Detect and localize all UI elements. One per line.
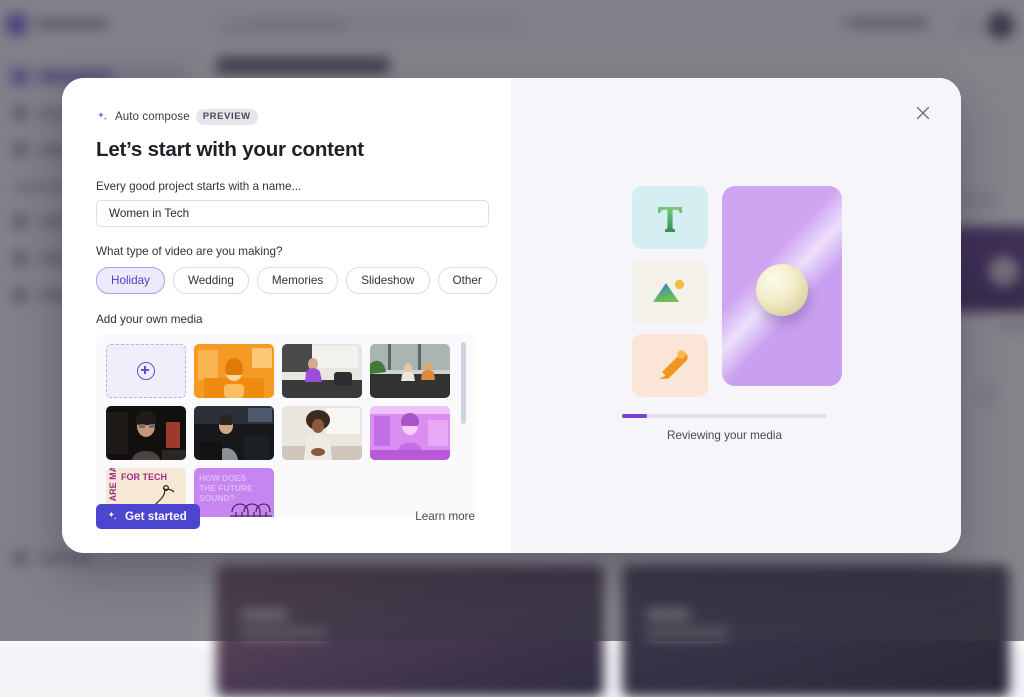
media-thumb-woman-violet-tint-room[interactable]: [370, 406, 450, 460]
close-button[interactable]: [913, 100, 939, 126]
preview-canvas-card: [722, 186, 842, 386]
preview-tile-column: [632, 186, 708, 398]
chip-memories[interactable]: Memories: [256, 267, 339, 294]
dialog-form-pane: Auto compose PREVIEW Let’s start with yo…: [62, 78, 511, 553]
close-icon: [916, 106, 930, 120]
sparkle-icon: [98, 111, 107, 120]
progress-bar-track: [622, 414, 827, 418]
preview-progress-area: Reviewing your media: [622, 414, 850, 442]
preview-pen-tile: [632, 334, 708, 397]
get-started-button[interactable]: Get started: [96, 504, 200, 529]
media-thumb-team-meeting-office[interactable]: [370, 344, 450, 398]
svg-text:THE FUTURE: THE FUTURE: [199, 483, 253, 493]
dialog-title: Let’s start with your content: [96, 138, 364, 161]
media-thumb-woman-glasses-night-laptop[interactable]: [106, 406, 186, 460]
svg-text:FOR TECH: FOR TECH: [121, 472, 167, 482]
image-icon: [653, 279, 685, 302]
preview-status-text: Reviewing your media: [667, 428, 782, 442]
add-media-label: Add your own media: [96, 313, 203, 326]
chip-slideshow[interactable]: Slideshow: [346, 267, 430, 294]
progress-bar-fill: [622, 414, 647, 418]
pencil-icon: [659, 349, 688, 379]
chip-holiday[interactable]: Holiday: [96, 267, 165, 294]
project-name-input[interactable]: [96, 200, 489, 227]
media-grid: WE ARE MAD FOR TECH HOW DOES THE FUTURE: [106, 344, 456, 517]
media-grid-container: WE ARE MAD FOR TECH HOW DOES THE FUTURE: [96, 334, 475, 517]
learn-more-link[interactable]: Learn more: [415, 510, 475, 523]
media-thumb-woman-purple-top-office[interactable]: [282, 344, 362, 398]
sphere-object: [756, 264, 808, 316]
media-scrollbar-thumb[interactable]: [461, 342, 466, 424]
sparkle-icon: [108, 511, 117, 520]
svg-text:SOUND?: SOUND?: [199, 493, 235, 503]
media-thumb-woman-curly-hair-desk[interactable]: [282, 406, 362, 460]
video-type-label: What type of video are you making?: [96, 245, 283, 258]
svg-text:HOW DOES: HOW DOES: [199, 473, 247, 483]
dialog-footer: Get started Learn more: [96, 504, 475, 529]
add-media-tile[interactable]: [106, 344, 186, 398]
get-started-label: Get started: [125, 510, 187, 523]
chip-wedding[interactable]: Wedding: [172, 267, 249, 294]
text-t-icon: [658, 206, 682, 232]
dialog-preview-pane: Reviewing your media: [511, 78, 961, 553]
preview-stage: [535, 186, 939, 398]
preview-image-tile: [632, 260, 708, 323]
dialog-eyebrow-label: Auto compose: [115, 111, 190, 123]
preview-text-tile: [632, 186, 708, 249]
video-type-chip-group: Holiday Wedding Memories Slideshow Other: [96, 267, 511, 294]
auto-compose-dialog: Auto compose PREVIEW Let’s start with yo…: [62, 78, 961, 553]
media-thumb-woman-at-desk-orange[interactable]: [194, 344, 274, 398]
chip-other[interactable]: Other: [437, 267, 497, 294]
media-thumb-person-at-workstation-dark[interactable]: [194, 406, 274, 460]
dialog-eyebrow: Auto compose PREVIEW: [96, 109, 511, 125]
preview-badge: PREVIEW: [195, 109, 258, 125]
plus-circle-icon: [137, 362, 155, 380]
project-name-label: Every good project starts with a name...: [96, 180, 302, 193]
